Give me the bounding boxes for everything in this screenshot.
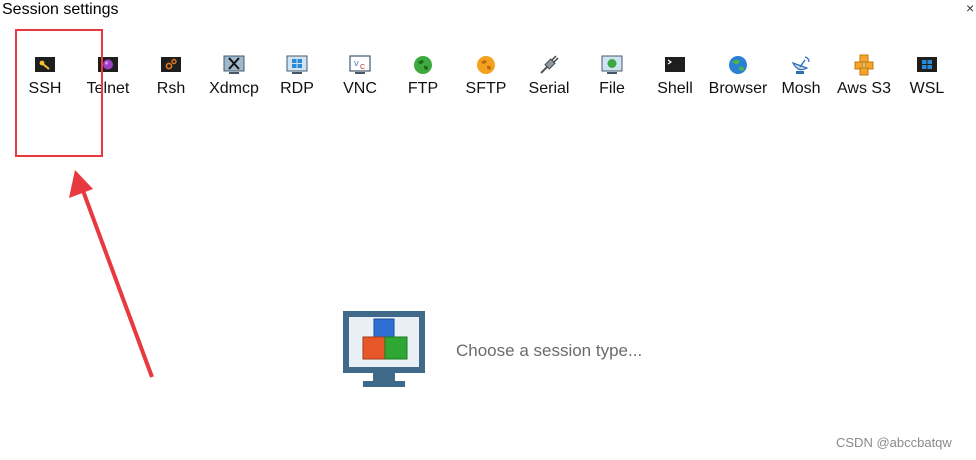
watermark: CSDN @abccbatqw bbox=[836, 435, 952, 450]
choose-session-type-text: Choose a session type... bbox=[456, 341, 643, 360]
annotation-arrow bbox=[69, 170, 154, 378]
session-cubes-monitor-icon bbox=[343, 311, 425, 387]
